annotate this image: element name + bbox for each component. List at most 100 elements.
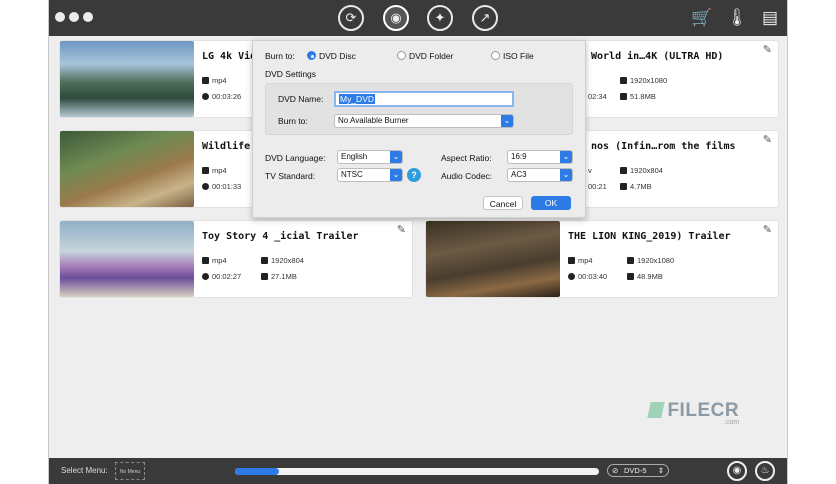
filecr-logo-icon (647, 402, 665, 418)
burn-settings-dialog: Burn to: DVD Disc DVD Folder ISO File DV… (252, 40, 586, 218)
cancel-button[interactable]: Cancel (483, 196, 523, 210)
clock-icon (202, 93, 209, 100)
video-title: World in…4K (ULTRA HD) (591, 51, 724, 62)
format-info: mp4 (202, 166, 227, 175)
resolution-info: 1920x1080 (627, 256, 674, 265)
dvd-name-input[interactable]: My_DVD (334, 91, 514, 107)
file-icon (568, 257, 575, 264)
clock-icon (202, 273, 209, 280)
duration-info: 00:01:33 (202, 182, 241, 191)
aspect-ratio-select[interactable]: 16:9 ⌄ (507, 150, 573, 164)
burn-to-label: Burn to: (265, 51, 295, 61)
video-card[interactable]: THE LION KING_2019) Trailer mp4 1920x108… (425, 220, 779, 298)
aspect-ratio-label: Aspect Ratio: (441, 153, 492, 163)
dvd-folder-radio[interactable] (397, 51, 406, 60)
download-icon (620, 183, 627, 190)
resolution-icon (620, 77, 627, 84)
video-thumbnail (60, 131, 194, 207)
clock-icon (568, 273, 575, 280)
duration-info: 02:34 (588, 92, 607, 101)
audio-codec-select[interactable]: AC3 ⌄ (507, 168, 573, 182)
iso-file-option[interactable]: ISO File (503, 51, 534, 61)
edit-pencil-icon[interactable]: ✎ (763, 43, 772, 56)
clock-icon (202, 183, 209, 190)
resolution-icon (620, 167, 627, 174)
resolution-info: 1920x1080 (620, 76, 667, 85)
size-info: 27.1MB (261, 272, 297, 281)
ok-button[interactable]: OK (531, 196, 571, 210)
format-info: v (588, 166, 592, 175)
audio-codec-label: Audio Codec: (441, 171, 493, 181)
chevron-down-icon: ⌄ (501, 115, 513, 127)
thermometer-icon[interactable]: 🌡 (725, 8, 749, 28)
burner-select[interactable]: No Available Burner ⌄ (334, 114, 514, 128)
chevron-down-icon: ⌄ (560, 169, 572, 181)
size-info: 4.7MB (620, 182, 652, 191)
video-card[interactable]: Toy Story 4 _icial Trailer mp4 1920x804 … (59, 220, 413, 298)
status-bar: Select Menu: No Menu ⊘ DVD-5 ⇕ ◉ ♨ (49, 458, 787, 484)
toolbox-tab-icon[interactable]: ✦ (427, 5, 453, 31)
help-icon[interactable]: ? (407, 168, 421, 182)
iso-file-radio[interactable] (491, 51, 500, 60)
convert-tab-icon[interactable]: ⟳ (338, 5, 364, 31)
select-menu-label: Select Menu: (61, 466, 108, 475)
format-info: mp4 (202, 76, 227, 85)
disc-type-select[interactable]: ⊘ DVD-5 ⇕ (607, 464, 669, 477)
chevron-down-icon: ⌄ (390, 151, 402, 163)
edit-pencil-icon[interactable]: ✎ (397, 223, 406, 236)
resolution-icon (261, 257, 268, 264)
file-icon (202, 77, 209, 84)
dvd-name-label: DVD Name: (278, 94, 324, 104)
download-icon (627, 273, 634, 280)
title-bar: ⟳ ◉ ✦ ↗ 🛒 🌡 ▤ (49, 0, 787, 36)
duration-info: 00:21 (588, 182, 607, 191)
duration-info: 00:03:40 (568, 272, 607, 281)
export-tab-icon[interactable]: ↗ (472, 5, 498, 31)
minimize-window-button[interactable] (69, 12, 79, 22)
edit-pencil-icon[interactable]: ✎ (763, 223, 772, 236)
tv-standard-select[interactable]: NTSC ⌄ (337, 168, 403, 182)
resolution-icon (627, 257, 634, 264)
video-title: THE LION KING_2019) Trailer (568, 231, 731, 242)
dvd-settings-title: DVD Settings (265, 69, 317, 79)
download-icon (620, 93, 627, 100)
progress-fill (235, 468, 279, 475)
size-info: 48.9MB (627, 272, 663, 281)
dvd-language-label: DVD Language: (265, 153, 326, 163)
tv-standard-label: TV Standard: (265, 171, 316, 181)
format-info: mp4 (568, 256, 593, 265)
file-icon (202, 167, 209, 174)
resolution-info: 1920x804 (261, 256, 304, 265)
disc-icon: ⊘ (612, 466, 619, 475)
video-title: Toy Story 4 _icial Trailer (202, 231, 359, 242)
duration-info: 00:03:26 (202, 92, 241, 101)
download-icon (261, 273, 268, 280)
close-window-button[interactable] (55, 12, 65, 22)
video-thumbnail (60, 41, 194, 117)
video-title: LG 4k Vid (202, 51, 257, 62)
video-title: nos (Infin…rom the films (591, 141, 736, 152)
file-icon (202, 257, 209, 264)
format-info: mp4 (202, 256, 227, 265)
zoom-window-button[interactable] (83, 12, 93, 22)
dvd-folder-option[interactable]: DVD Folder (409, 51, 453, 61)
dvd-disc-radio[interactable] (307, 51, 316, 60)
duration-info: 00:02:27 (202, 272, 241, 281)
edit-pencil-icon[interactable]: ✎ (763, 133, 772, 146)
burn-flame-icon[interactable]: ♨ (755, 461, 775, 481)
video-title: Wildlife (202, 141, 251, 152)
burn-dvd-tab-icon[interactable]: ◉ (383, 5, 409, 31)
dvd-language-select[interactable]: English ⌄ (337, 150, 403, 164)
dvd-disc-option[interactable]: DVD Disc (319, 51, 356, 61)
watermark-brand: FILECR (667, 400, 740, 421)
progress-bar (235, 468, 599, 475)
folder-icon[interactable]: ▤ (758, 8, 782, 28)
watermark: FILECR .com (647, 400, 740, 426)
resolution-info: 1920x804 (620, 166, 663, 175)
preview-eye-icon[interactable]: ◉ (727, 461, 747, 481)
video-thumbnail (60, 221, 194, 297)
cart-icon[interactable]: 🛒 (690, 8, 714, 28)
app-window: ⟳ ◉ ✦ ↗ 🛒 🌡 ▤ LG 4k Vid mp4 00:03:26 Wor… (48, 0, 788, 484)
menu-thumbnail[interactable]: No Menu (115, 462, 145, 480)
video-thumbnail (426, 221, 560, 297)
